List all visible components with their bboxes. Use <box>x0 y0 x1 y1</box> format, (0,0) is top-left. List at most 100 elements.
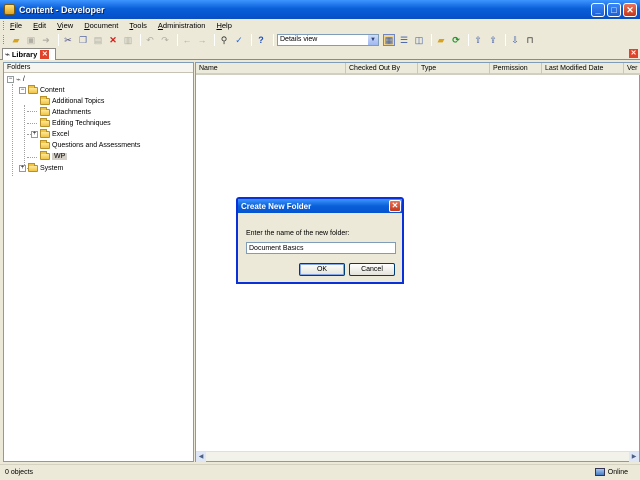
menu-bar: File Edit View Document Tools Administra… <box>0 19 640 31</box>
close-tab-icon[interactable]: ✕ <box>40 50 50 59</box>
dialog-title: Create New Folder <box>241 201 312 211</box>
tree-line <box>12 84 13 176</box>
paste-icon[interactable]: ▤ <box>92 34 104 46</box>
folders-pane: Folders − ⌁ / − Content Additional Topic… <box>3 62 194 462</box>
dialog-prompt: Enter the name of the new folder: <box>246 230 350 237</box>
tree-node-system[interactable]: + System <box>19 162 64 173</box>
cut-icon[interactable]: ✂ <box>62 34 74 46</box>
collapse-icon[interactable]: − <box>19 86 26 94</box>
expand-icon[interactable]: + <box>19 164 26 172</box>
view-mode-value: Details view <box>280 36 318 43</box>
tree-label: System <box>40 164 64 172</box>
close-button[interactable]: ✕ <box>623 2 637 17</box>
folder-name-input[interactable] <box>246 242 396 254</box>
menu-edit[interactable]: Edit <box>33 21 46 30</box>
checkout-icon[interactable]: ⇩ <box>509 34 521 46</box>
move-icon[interactable]: ⇪ <box>487 34 499 46</box>
split-view-icon[interactable]: ◫ <box>413 34 425 46</box>
toolbar-separator <box>58 33 59 46</box>
spellcheck-icon[interactable]: ✓ <box>233 34 245 46</box>
menu-tools[interactable]: Tools <box>129 21 147 30</box>
folder-icon <box>40 150 50 160</box>
column-checked-out-by[interactable]: Checked Out By <box>346 63 418 75</box>
minimize-button[interactable]: _ <box>591 2 605 17</box>
expand-icon[interactable]: + <box>31 130 38 138</box>
close-panel-icon[interactable]: ✕ <box>629 49 638 58</box>
undo-icon[interactable]: ↶ <box>144 34 156 46</box>
toolbar-separator <box>273 33 274 46</box>
folders-header: Folders <box>4 63 193 73</box>
toolbar-separator <box>251 33 252 46</box>
column-version[interactable]: Ver <box>624 63 640 75</box>
dialog-title-bar: Create New Folder ✕ <box>238 199 402 213</box>
tab-library[interactable]: ⌁ Library ✕ <box>2 48 56 60</box>
folder-icon <box>28 162 38 172</box>
menu-help[interactable]: Help <box>216 21 231 30</box>
tree-node-attachments[interactable]: Attachments <box>40 106 91 117</box>
back-icon[interactable]: ← <box>181 34 193 46</box>
details-view-icon[interactable]: ▦ <box>383 33 395 46</box>
scroll-left-icon[interactable]: ◀ <box>196 452 206 462</box>
checkin-icon[interactable]: ⊓ <box>524 34 536 46</box>
collapse-icon[interactable]: − <box>7 75 14 83</box>
tree-node-excel[interactable]: + Excel <box>31 128 69 139</box>
open-folder-icon[interactable]: ▰ <box>10 34 22 46</box>
scroll-right-icon[interactable]: ▶ <box>629 452 639 462</box>
properties-icon[interactable]: ▥ <box>122 34 134 46</box>
ok-button[interactable]: OK <box>299 263 345 276</box>
save-icon[interactable]: ▣ <box>25 34 37 46</box>
create-folder-dialog: Create New Folder ✕ Enter the name of th… <box>236 197 404 284</box>
column-type[interactable]: Type <box>418 63 490 75</box>
tree-label: Attachments <box>52 108 91 116</box>
menu-document[interactable]: Document <box>84 21 118 30</box>
column-last-modified-date[interactable]: Last Modified Date <box>542 63 624 75</box>
horizontal-scrollbar[interactable]: ◀ ▶ <box>196 451 639 462</box>
dialog-close-icon[interactable]: ✕ <box>389 200 401 212</box>
tree-label: Content <box>40 86 65 94</box>
toolbar-separator <box>505 33 506 46</box>
folder-icon <box>40 139 50 149</box>
tree-node-editing-techniques[interactable]: Editing Techniques <box>40 117 111 128</box>
tree-line <box>27 123 37 124</box>
toolbar-separator <box>214 33 215 46</box>
view-mode-select[interactable]: Details view ▼ <box>277 33 379 46</box>
tree-line <box>27 157 37 158</box>
toolbar-separator <box>177 33 178 46</box>
tree-node-additional-topics[interactable]: Additional Topics <box>40 95 105 106</box>
toolbar-separator <box>431 33 432 46</box>
app-icon <box>4 4 15 15</box>
tree-node-questions[interactable]: Questions and Assessments <box>40 139 140 150</box>
forward-icon[interactable]: ➜ <box>40 34 52 46</box>
connection-label: Online <box>607 468 628 476</box>
tree-label: Additional Topics <box>52 97 105 105</box>
status-bar: 0 objects Online <box>0 464 640 480</box>
refresh-icon[interactable]: ⟳ <box>450 34 462 46</box>
new-folder-icon[interactable]: ▰ <box>435 34 447 46</box>
menu-view[interactable]: View <box>57 21 73 30</box>
copy-icon[interactable]: ❐ <box>77 34 89 46</box>
tree-label: / <box>22 75 25 83</box>
library-icon: ⌁ <box>5 50 10 59</box>
column-permission[interactable]: Permission <box>490 63 542 75</box>
cancel-button[interactable]: Cancel <box>349 263 395 276</box>
find-icon[interactable]: ⚲ <box>218 34 230 46</box>
tree-node-wp[interactable]: WP <box>40 150 68 161</box>
delete-icon[interactable]: ✕ <box>107 34 119 46</box>
tab-library-label: Library <box>11 50 38 59</box>
column-name[interactable]: Name <box>196 63 346 75</box>
maximize-button[interactable]: □ <box>607 2 621 17</box>
chevron-down-icon[interactable]: ▼ <box>368 34 378 45</box>
object-count: 0 objects <box>5 469 34 476</box>
tree-node-root[interactable]: − ⌁ / <box>7 74 25 84</box>
next-icon[interactable]: → <box>196 34 208 46</box>
tree-node-content[interactable]: − Content <box>19 84 65 95</box>
help-icon[interactable]: ? <box>255 34 267 46</box>
toolbar: ▰ ▣ ➜ ✂ ❐ ▤ ✕ ▥ ↶ ↷ ← → ⚲ ✓ ? Details vi… <box>0 31 640 48</box>
redo-icon[interactable]: ↷ <box>159 34 171 46</box>
menu-file[interactable]: File <box>10 21 22 30</box>
menu-administration[interactable]: Administration <box>158 21 206 30</box>
tree-label-selected: WP <box>52 152 68 160</box>
list-view-icon[interactable]: ☰ <box>398 34 410 46</box>
up-level-icon[interactable]: ⇧ <box>472 34 484 46</box>
window-title: Content - Developer <box>19 4 105 15</box>
